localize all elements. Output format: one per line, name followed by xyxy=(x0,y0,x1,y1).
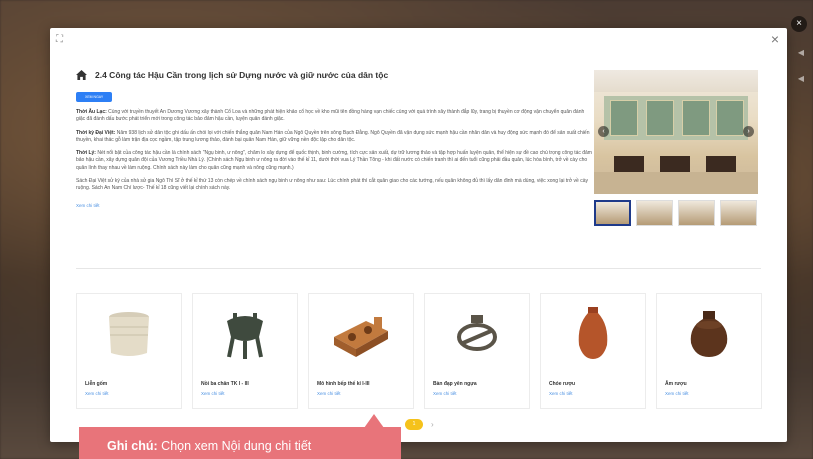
artifact-name: Nồi ba chân TK I - III xyxy=(201,381,249,387)
artifact-image xyxy=(425,294,529,372)
artifact-name: Mô hình bếp thế kỉ I-III xyxy=(317,381,370,387)
artifact-card[interactable]: Chóe rượu Xem chi tiết xyxy=(540,293,646,409)
note-text: Chọn xem Nội dung chi tiết xyxy=(157,439,312,453)
gallery-thumbnails xyxy=(594,200,758,226)
paragraph-text: Cùng với truyền thuyết An Dương Vương xâ… xyxy=(76,109,585,123)
paragraph-au-lac: Thời Âu Lạc: Cùng với truyền thuyết An D… xyxy=(76,109,594,124)
paragraph-text: Nét nổi bật của công tác hậu cần là chín… xyxy=(76,150,592,171)
paragraph-dai-viet-su-ky: Sách Đại Việt sử ký của nhà sử gia Ngô T… xyxy=(76,178,588,192)
detail-modal: ⛶ × 2.4 Công tác Hậu Cần trong lịch sử D… xyxy=(50,28,787,442)
artifact-list: Liễn gốm Xem chi tiết Nồi ba chân TK I -… xyxy=(76,293,762,409)
paragraph-text: Năm 938 lịch sử dân tộc ghi dấu ấn chói … xyxy=(76,129,590,143)
artifact-detail-link[interactable]: Xem chi tiết xyxy=(549,391,645,396)
paragraph-label: Thời Lý: xyxy=(76,150,96,157)
artifact-detail-link[interactable]: Xem chi tiết xyxy=(85,391,181,396)
gallery-thumbnail[interactable] xyxy=(636,200,673,226)
artifact-detail-link[interactable]: Xem chi tiết xyxy=(317,391,413,396)
artifact-card[interactable]: Âm rượu Xem chi tiết xyxy=(656,293,762,409)
image-gallery: ‹ › xyxy=(594,70,758,226)
gallery-thumbnail[interactable] xyxy=(594,200,631,226)
artifact-detail-link[interactable]: Xem chi tiết xyxy=(201,391,297,396)
artifact-card[interactable]: Liễn gốm Xem chi tiết xyxy=(76,293,182,409)
gallery-thumbnail[interactable] xyxy=(720,200,757,226)
pagination: 1 › xyxy=(405,419,434,430)
close-icon[interactable]: × xyxy=(771,31,779,47)
artifact-card[interactable]: Mô hình bếp thế kỉ I-III Xem chi tiết xyxy=(308,293,414,409)
page-button[interactable]: 1 xyxy=(405,419,423,430)
backdrop-close-icon[interactable]: × xyxy=(791,16,807,32)
backdrop-side-icon[interactable]: ◀ xyxy=(798,48,804,57)
page-title: 2.4 Công tác Hậu Cần trong lịch sử Dựng … xyxy=(95,70,389,80)
article-content: 2.4 Công tác Hậu Cần trong lịch sử Dựng … xyxy=(76,70,594,208)
gallery-thumbnail[interactable] xyxy=(678,200,715,226)
note-pointer xyxy=(364,414,384,428)
gallery-main-image: ‹ › xyxy=(594,70,758,194)
artifact-image xyxy=(77,294,181,372)
note-label: Ghi chú: xyxy=(107,439,158,453)
gallery-prev-icon[interactable]: ‹ xyxy=(598,126,609,137)
artifact-image xyxy=(541,294,645,372)
artifact-card[interactable]: Nồi ba chân TK I - III Xem chi tiết xyxy=(192,293,298,409)
tag-button[interactable]: XEM NGAY xyxy=(76,92,113,102)
artifact-name: Chóe rượu xyxy=(549,381,576,387)
expand-icon[interactable]: ⛶ xyxy=(56,34,63,45)
artifact-name: Liễn gốm xyxy=(85,381,108,387)
section-divider xyxy=(76,268,761,269)
paragraph-thoi-ly: Thời Lý: Nét nổi bật của công tác hậu cầ… xyxy=(76,150,594,172)
chevron-right-icon[interactable]: › xyxy=(431,420,434,429)
artifact-name: Bàn đạp yên ngựa xyxy=(433,381,477,387)
artifact-detail-link[interactable]: Xem chi tiết xyxy=(433,391,529,396)
paragraph-label: Thời kỳ Đại Việt: xyxy=(76,129,116,136)
artifact-image xyxy=(193,294,297,372)
paragraph-label: Thời Âu Lạc: xyxy=(76,109,107,115)
article-more-link[interactable]: Xem chi tiết xyxy=(76,203,594,208)
home-icon xyxy=(76,70,87,80)
artifact-detail-link[interactable]: Xem chi tiết xyxy=(665,391,761,396)
note-banner: Ghi chú: Chọn xem Nội dung chi tiết xyxy=(79,427,401,459)
backdrop-side-icon[interactable]: ◀ xyxy=(798,74,804,83)
gallery-next-icon[interactable]: › xyxy=(743,126,754,137)
paragraph-dai-viet: Thời kỳ Đại Việt: Năm 938 lịch sử dân tộ… xyxy=(76,130,594,145)
artifact-name: Âm rượu xyxy=(665,381,687,387)
artifact-image xyxy=(657,294,761,372)
artifact-card[interactable]: Bàn đạp yên ngựa Xem chi tiết xyxy=(424,293,530,409)
title-row: 2.4 Công tác Hậu Cần trong lịch sử Dựng … xyxy=(76,70,594,80)
artifact-image xyxy=(309,294,413,372)
